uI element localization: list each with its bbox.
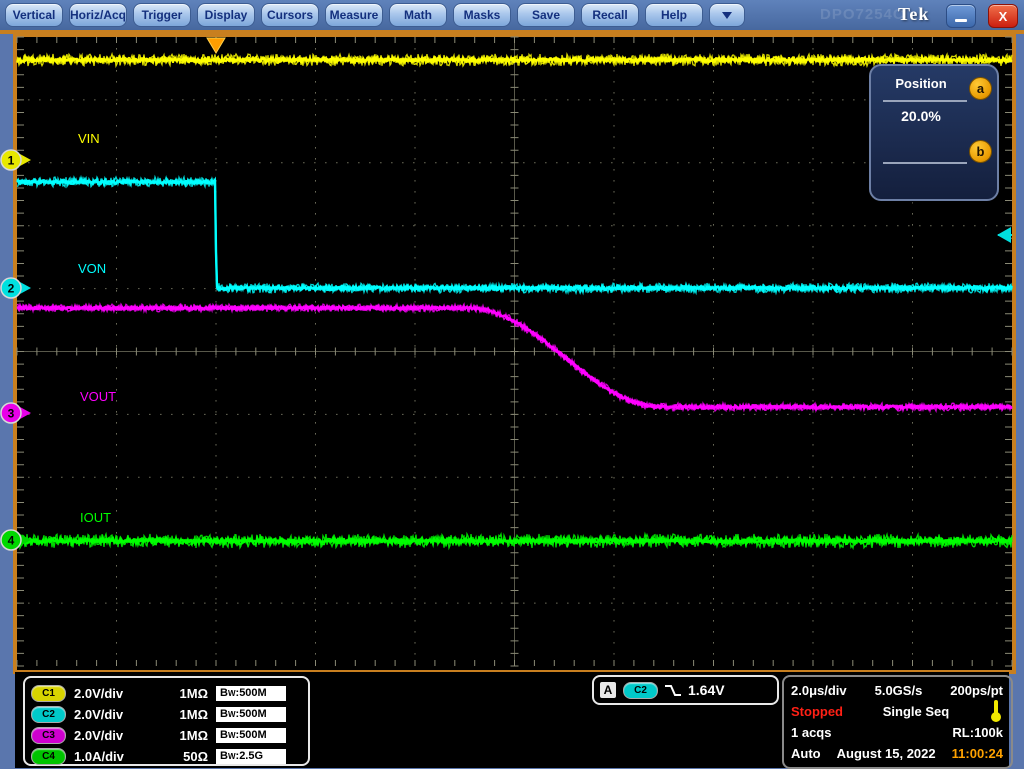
svg-text:3: 3	[8, 407, 15, 421]
svg-text:4: 4	[8, 534, 15, 548]
position-separator-b	[883, 162, 967, 164]
trigger-level-marker[interactable]	[997, 227, 1011, 243]
position-value: 20.0%	[871, 108, 971, 124]
trace-label-von: VON	[78, 261, 106, 276]
trace-label-vout: VOUT	[80, 389, 116, 404]
channel-marker-1[interactable]: 1	[1, 150, 31, 170]
knob-a-indicator[interactable]: a	[969, 77, 992, 100]
trigger-position-marker[interactable]	[207, 38, 225, 53]
channel-marker-3[interactable]: 3	[1, 403, 31, 423]
channel-marker-4[interactable]: 4	[1, 530, 31, 550]
svg-text:1: 1	[8, 154, 15, 168]
position-panel-title: Position	[871, 76, 971, 91]
trace-label-iout: IOUT	[80, 510, 111, 525]
svg-text:2: 2	[8, 282, 15, 296]
knob-b-indicator[interactable]: b	[969, 140, 992, 163]
position-panel: Position 20.0% a b	[869, 64, 999, 201]
position-separator-a	[883, 100, 967, 102]
channel-marker-2[interactable]: 2	[1, 278, 31, 298]
trace-label-vin: VIN	[78, 131, 100, 146]
trace-vin	[17, 59, 1012, 61]
